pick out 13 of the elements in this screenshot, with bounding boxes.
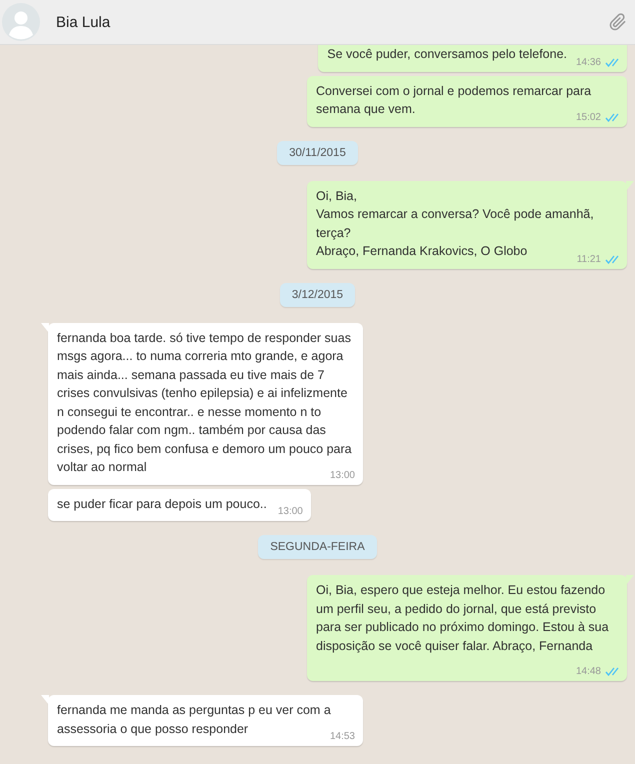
message-time: 13:00 [278, 506, 303, 517]
message-time: 14:53 [330, 731, 355, 742]
message-text: Oi, Bia, espero que esteja melhor. Eu estou fazendo um perfil seu, a pedido do jornal, que está previsto para ser publicado no próximo domingo. Estou à sua disposição se você quiser falar. Abraço, Fernanda [316, 583, 610, 652]
date-separator: 30/11/2015 [277, 140, 358, 164]
message-text: se puder ficar para depois um pouco.. [57, 496, 267, 510]
message-text: fernanda me manda as perguntas p eu ver com a assessoria o que posso responder [57, 703, 331, 736]
date-separator: 3/12/2015 [280, 282, 356, 306]
message-time: 14:36 [576, 56, 601, 68]
message-text: Se você puder, conversamos pelo telefone. [327, 47, 567, 61]
date-separator: SEGUNDA-FEIRA [258, 535, 377, 559]
contact-name: Bia Lula [56, 14, 112, 30]
message-time: 14:48 [576, 666, 601, 677]
paperclip-icon[interactable] [609, 12, 627, 32]
